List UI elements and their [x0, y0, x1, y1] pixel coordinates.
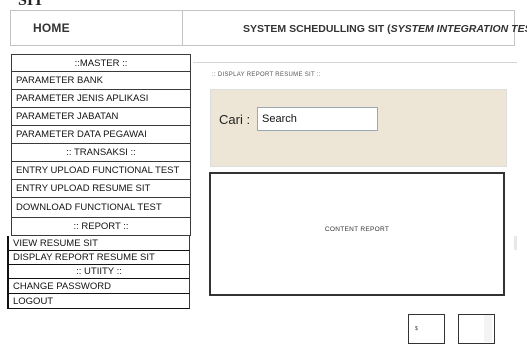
sidebar-item-parameter-jenis-aplikasi[interactable]: PARAMETER JENIS APLIKASI	[11, 90, 191, 108]
search-input[interactable]	[257, 107, 378, 131]
panel-title: :: DISPLAY REPORT RESUME SIT ::	[212, 72, 321, 78]
sidebar-item-logout[interactable]: LOGOUT	[7, 294, 190, 309]
pager-button-2-notch	[484, 315, 492, 342]
sidebar-item-parameter-jabatan[interactable]: PARAMETER JABATAN	[11, 108, 191, 126]
home-label: HOME	[33, 21, 70, 35]
sidebar-item-parameter-data-pegawai[interactable]: PARAMETER DATA PEGAWAI	[11, 126, 191, 144]
sidebar-item-parameter-bank[interactable]: PARAMETER BANK	[11, 72, 191, 90]
top-cut-fragment: SIT	[0, 0, 527, 10]
app-title-italic: SYSTEM INTEGRATION TEST	[390, 23, 527, 35]
content-report-label: CONTENT REPORT	[324, 226, 390, 233]
content-report-area: CONTENT REPORT	[209, 172, 505, 296]
pager-button-2[interactable]	[458, 314, 495, 344]
sidebar-item-entry-upload-resume-sit[interactable]: ENTRY UPLOAD RESUME SIT	[11, 180, 191, 198]
pager-button-1[interactable]: $	[408, 314, 445, 344]
header-bar: HOME SYSTEM SCHEDULLING SIT (SYSTEM INTE…	[10, 10, 527, 46]
sidebar-item-download-functional-test[interactable]: DOWNLOAD FUNCTIONAL TEST	[11, 198, 191, 218]
sidebar-item-display-report-resume-sit[interactable]: DISPLAY REPORT RESUME SIT	[7, 251, 190, 265]
edge-mark	[514, 236, 517, 250]
sidebar-item-change-password[interactable]: CHANGE PASSWORD	[7, 279, 190, 294]
sidebar-item-view-resume-sit[interactable]: VIEW RESUME SIT	[7, 236, 190, 251]
sidebar-section-master: ::MASTER ::	[11, 54, 191, 72]
sidebar-item-entry-upload-functional-test[interactable]: ENTRY UPLOAD FUNCTIONAL TEST	[11, 162, 191, 180]
app-title-main: SYSTEM SCHEDULLING SIT (	[243, 23, 391, 35]
top-fragment-text: SIT	[18, 0, 44, 9]
sidebar-section-transaksi: :: TRANSAKSI ::	[11, 144, 191, 162]
search-label: Cari :	[219, 112, 251, 127]
search-panel: Cari :	[210, 89, 507, 167]
app-title: SYSTEM SCHEDULLING SIT (SYSTEM INTEGRATI…	[243, 23, 527, 35]
sidebar-section-report: :: REPORT ::	[11, 218, 191, 236]
sidebar-section-utility: :: UTIITY ::	[7, 265, 190, 279]
panel-divider	[193, 62, 517, 63]
pager-button-1-label: $	[415, 326, 418, 332]
home-tab[interactable]: HOME	[11, 11, 183, 45]
sidebar-menu: ::MASTER :: PARAMETER BANK PARAMETER JEN…	[7, 54, 191, 309]
